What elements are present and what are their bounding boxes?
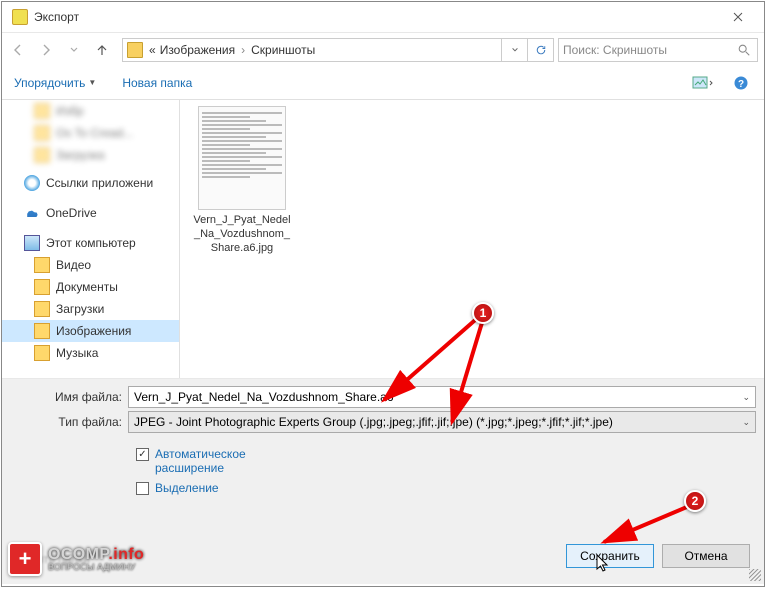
filetype-label: Тип файла: xyxy=(10,415,128,429)
recent-button[interactable] xyxy=(60,36,88,64)
filetype-value: JPEG - Joint Photographic Experts Group … xyxy=(134,415,613,429)
close-button[interactable] xyxy=(716,3,760,31)
chevron-down-icon xyxy=(511,46,519,54)
folder-icon xyxy=(34,345,50,361)
sidebar-item-pictures[interactable]: Изображения xyxy=(2,320,179,342)
cancel-button[interactable]: Отмена xyxy=(662,544,750,568)
chevron-right-icon: › xyxy=(237,43,249,57)
file-item[interactable]: Vern_J_Pyat_Nedel_Na_Vozdushnom_Share.a6… xyxy=(192,106,292,255)
organize-menu[interactable]: Упорядочить▼ xyxy=(8,72,102,94)
help-button[interactable]: ? xyxy=(724,70,758,96)
search-icon xyxy=(737,43,751,57)
filename-label: Имя файла: xyxy=(10,390,128,404)
folder-icon xyxy=(127,42,143,58)
arrow-up-icon xyxy=(94,42,110,58)
nav-row: « Изображения › Скриншоты Поиск: Скриншо… xyxy=(2,32,764,66)
file-thumbnail xyxy=(198,106,286,210)
callout-1: 1 xyxy=(472,302,494,324)
file-name: Vern_J_Pyat_Nedel_Na_Vozdushnom_Share.a6… xyxy=(192,214,292,255)
pc-icon xyxy=(24,235,40,251)
watermark: + OCOMP.info ВОПРОСЫ АДМИНУ xyxy=(8,542,144,576)
callout-2: 2 xyxy=(684,490,706,512)
sidebar-item-app-links[interactable]: Ссылки приложени xyxy=(2,172,179,194)
chevron-down-icon xyxy=(69,45,79,55)
help-icon: ? xyxy=(733,75,749,91)
checkbox-icon xyxy=(136,482,149,495)
breadcrumb-item[interactable]: Изображения xyxy=(158,43,237,57)
forward-button[interactable] xyxy=(32,36,60,64)
sidebar-item-thispc[interactable]: Этот компьютер xyxy=(2,232,179,254)
sidebar-item-onedrive[interactable]: OneDrive xyxy=(2,202,179,224)
refresh-icon xyxy=(535,44,547,56)
link-icon xyxy=(24,175,40,191)
search-placeholder: Поиск: Скриншоты xyxy=(563,43,667,57)
folder-icon xyxy=(34,301,50,317)
folder-icon xyxy=(34,279,50,295)
refresh-button[interactable] xyxy=(527,39,553,61)
address-dropdown[interactable] xyxy=(501,39,527,61)
watermark-badge: + xyxy=(8,542,42,576)
newfolder-button[interactable]: Новая папка xyxy=(116,72,198,94)
chevron-down-icon[interactable]: ⌄ xyxy=(742,417,750,428)
filename-input[interactable]: Vern_J_Pyat_Nedel_Na_Vozdushnom_Share.a6… xyxy=(128,386,756,408)
file-list[interactable]: Vern_J_Pyat_Nedel_Na_Vozdushnom_Share.a6… xyxy=(180,100,764,378)
breadcrumb-item[interactable]: Скриншоты xyxy=(249,43,317,57)
folder-icon xyxy=(34,323,50,339)
close-icon xyxy=(733,12,743,22)
filetype-select[interactable]: JPEG - Joint Photographic Experts Group … xyxy=(128,411,756,433)
toolbar: Упорядочить▼ Новая папка ? xyxy=(2,66,764,100)
auto-extension-checkbox[interactable]: ✓ Автоматическое расширение xyxy=(136,447,756,475)
svg-text:?: ? xyxy=(738,79,744,90)
onedrive-icon xyxy=(24,205,40,221)
address-bar[interactable]: « Изображения › Скриншоты xyxy=(122,38,554,62)
chevron-down-icon[interactable]: ⌄ xyxy=(742,392,750,403)
checkbox-icon: ✓ xyxy=(136,448,149,461)
back-button[interactable] xyxy=(4,36,32,64)
titlebar: Экспорт xyxy=(2,2,764,32)
window-title: Экспорт xyxy=(34,10,716,24)
sidebar-item-video[interactable]: Видео xyxy=(2,254,179,276)
search-input[interactable]: Поиск: Скриншоты xyxy=(558,38,758,62)
up-button[interactable] xyxy=(88,36,116,64)
sidebar-item-documents[interactable]: Документы xyxy=(2,276,179,298)
sidebar-item-blur[interactable]: Избр xyxy=(2,100,179,122)
export-dialog: Экспорт « Изображения › Скриншоты Поиск:… xyxy=(1,1,765,587)
picture-view-icon xyxy=(692,75,714,91)
sidebar-item-downloads[interactable]: Загрузки xyxy=(2,298,179,320)
folder-icon xyxy=(34,257,50,273)
arrow-left-icon xyxy=(10,42,26,58)
sidebar-item-blur[interactable]: Загрузка xyxy=(2,144,179,166)
sidebar-item-music[interactable]: Музыка xyxy=(2,342,179,364)
sidebar-item-blur[interactable]: Os To Cread... xyxy=(2,122,179,144)
sidebar: Избр Os To Cread... Загрузка Ссылки прил… xyxy=(2,100,180,378)
breadcrumb-pre: « xyxy=(147,43,158,57)
body: Избр Os To Cread... Загрузка Ссылки прил… xyxy=(2,100,764,378)
selection-checkbox[interactable]: Выделение xyxy=(136,481,756,495)
resize-grip[interactable] xyxy=(749,569,761,581)
app-icon xyxy=(12,9,28,25)
view-options-button[interactable] xyxy=(686,70,720,96)
save-button[interactable]: Сохранить xyxy=(566,544,654,568)
arrow-right-icon xyxy=(38,42,54,58)
filename-value: Vern_J_Pyat_Nedel_Na_Vozdushnom_Share.a6 xyxy=(134,390,394,404)
